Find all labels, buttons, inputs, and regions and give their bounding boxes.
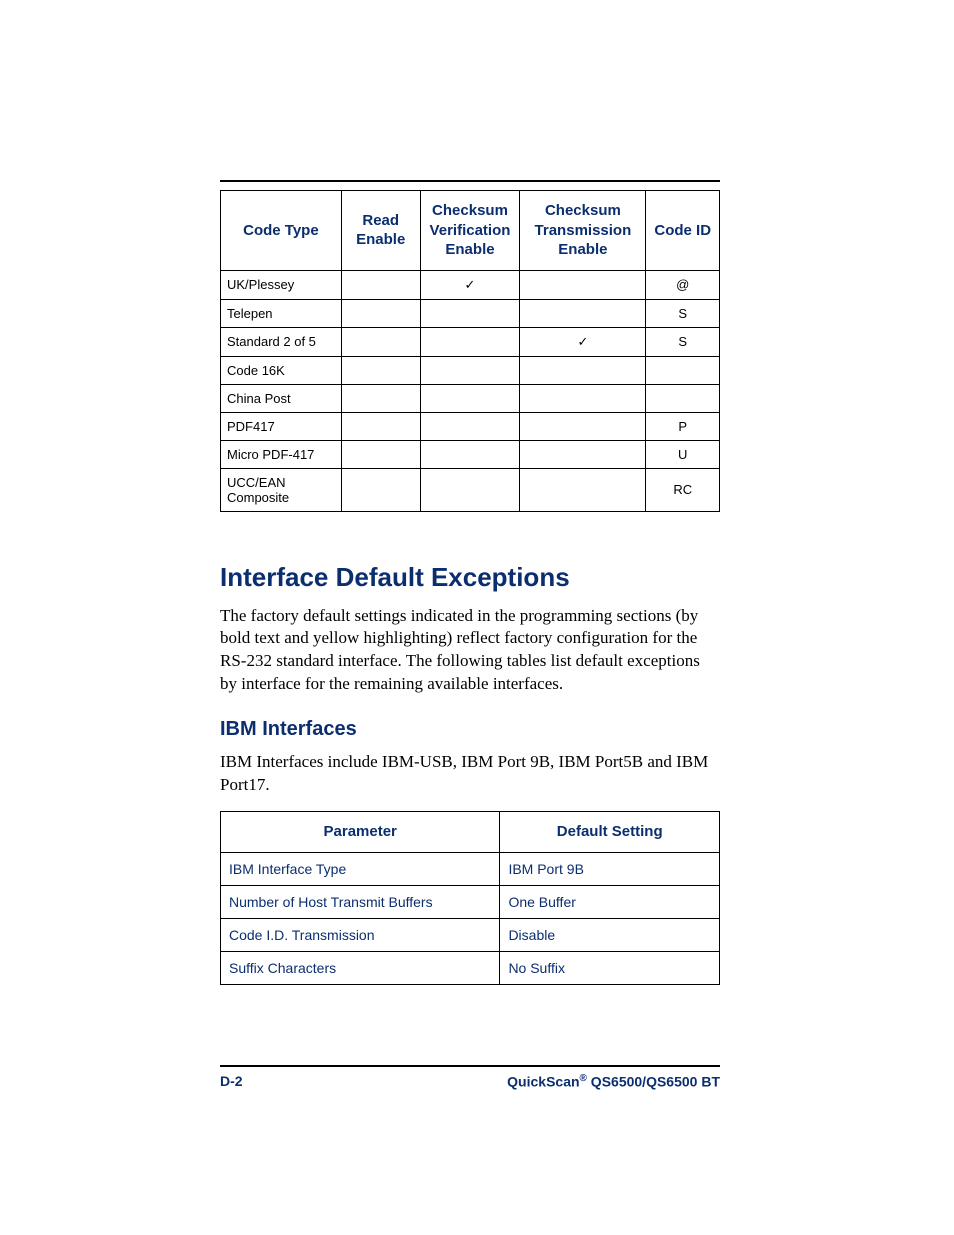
cell-read-enable	[341, 299, 420, 327]
cell-cte	[520, 299, 646, 327]
cell-cve	[420, 327, 520, 356]
cell-parameter: Suffix Characters	[221, 951, 500, 984]
ibm-interfaces-table: Parameter Default Setting IBM Interface …	[220, 811, 720, 985]
cell-code-id: @	[646, 270, 720, 299]
cell-cte	[520, 384, 646, 412]
table-row: UCC/EAN Composite RC	[221, 468, 720, 511]
cell-code-id: U	[646, 440, 720, 468]
cell-cte	[520, 270, 646, 299]
th-read-enable: Read Enable	[341, 191, 420, 271]
cell-cte	[520, 356, 646, 384]
cell-read-enable	[341, 440, 420, 468]
th-parameter: Parameter	[221, 812, 500, 853]
cell-read-enable	[341, 356, 420, 384]
cell-code-type: China Post	[221, 384, 342, 412]
table-row: UK/Plessey ✓ @	[221, 270, 720, 299]
cell-code-type: PDF417	[221, 412, 342, 440]
cell-cte: ✓	[520, 327, 646, 356]
cell-cve	[420, 468, 520, 511]
cell-code-id: P	[646, 412, 720, 440]
cell-cve	[420, 299, 520, 327]
cell-cte	[520, 468, 646, 511]
page-footer: D-2 QuickScan® QS6500/QS6500 BT	[220, 1065, 834, 1090]
table-row: Suffix CharactersNo Suffix	[221, 951, 720, 984]
table-row: Telepen S	[221, 299, 720, 327]
cell-code-type: Standard 2 of 5	[221, 327, 342, 356]
cell-cve	[420, 356, 520, 384]
content-area: Code Type Read Enable Checksum Verificat…	[220, 180, 720, 985]
th-cte: Checksum Transmission Enable	[520, 191, 646, 271]
th-code-id: Code ID	[646, 191, 720, 271]
page: Code Type Read Enable Checksum Verificat…	[0, 0, 954, 1235]
cell-code-id	[646, 384, 720, 412]
footer-rule	[220, 1065, 720, 1067]
cell-code-type: Code 16K	[221, 356, 342, 384]
cell-read-enable	[341, 270, 420, 299]
table-row: Number of Host Transmit BuffersOne Buffe…	[221, 885, 720, 918]
registered-icon: ®	[580, 1073, 587, 1084]
product-name: QuickScan® QS6500/QS6500 BT	[507, 1073, 720, 1090]
cell-cve	[420, 440, 520, 468]
cell-code-id: S	[646, 299, 720, 327]
th-cve: Checksum Verification Enable	[420, 191, 520, 271]
footer-line: D-2 QuickScan® QS6500/QS6500 BT	[220, 1073, 720, 1090]
cell-cve	[420, 412, 520, 440]
subsection-heading: IBM Interfaces	[220, 718, 720, 741]
th-code-type: Code Type	[221, 191, 342, 271]
cell-cte	[520, 440, 646, 468]
cell-read-enable	[341, 412, 420, 440]
product-suffix: QS6500/QS6500 BT	[587, 1074, 720, 1090]
table-header-row: Code Type Read Enable Checksum Verificat…	[221, 191, 720, 271]
section-paragraph: The factory default settings indicated i…	[220, 605, 720, 697]
ibm-tbody: IBM Interface TypeIBM Port 9BNumber of H…	[221, 852, 720, 984]
section-heading: Interface Default Exceptions	[220, 562, 720, 593]
code-type-table: Code Type Read Enable Checksum Verificat…	[220, 190, 720, 512]
cell-read-enable	[341, 468, 420, 511]
page-number: D-2	[220, 1073, 243, 1090]
table-row: IBM Interface TypeIBM Port 9B	[221, 852, 720, 885]
cell-cte	[520, 412, 646, 440]
cell-parameter: Code I.D. Transmission	[221, 918, 500, 951]
cell-code-type: Telepen	[221, 299, 342, 327]
cell-code-id	[646, 356, 720, 384]
cell-default-setting: No Suffix	[500, 951, 720, 984]
code-type-tbody: UK/Plessey✓@TelepenSStandard 2 of 5✓SCod…	[221, 270, 720, 511]
cell-cve: ✓	[420, 270, 520, 299]
cell-default-setting: One Buffer	[500, 885, 720, 918]
table-header-row: Parameter Default Setting	[221, 812, 720, 853]
cell-default-setting: Disable	[500, 918, 720, 951]
cell-parameter: Number of Host Transmit Buffers	[221, 885, 500, 918]
cell-code-type: UCC/EAN Composite	[221, 468, 342, 511]
cell-read-enable	[341, 327, 420, 356]
table-row: PDF417 P	[221, 412, 720, 440]
table-row: Code I.D. TransmissionDisable	[221, 918, 720, 951]
cell-code-id: RC	[646, 468, 720, 511]
cell-default-setting: IBM Port 9B	[500, 852, 720, 885]
product-prefix: QuickScan	[507, 1074, 579, 1090]
cell-cve	[420, 384, 520, 412]
table-row: Code 16K	[221, 356, 720, 384]
cell-code-type: UK/Plessey	[221, 270, 342, 299]
cell-code-type: Micro PDF-417	[221, 440, 342, 468]
cell-code-id: S	[646, 327, 720, 356]
cell-read-enable	[341, 384, 420, 412]
table-row: Standard 2 of 5 ✓S	[221, 327, 720, 356]
subsection-paragraph: IBM Interfaces include IBM-USB, IBM Port…	[220, 751, 720, 797]
table-row: Micro PDF-417 U	[221, 440, 720, 468]
th-default-setting: Default Setting	[500, 812, 720, 853]
cell-parameter: IBM Interface Type	[221, 852, 500, 885]
table-row: China Post	[221, 384, 720, 412]
top-rule	[220, 180, 720, 182]
